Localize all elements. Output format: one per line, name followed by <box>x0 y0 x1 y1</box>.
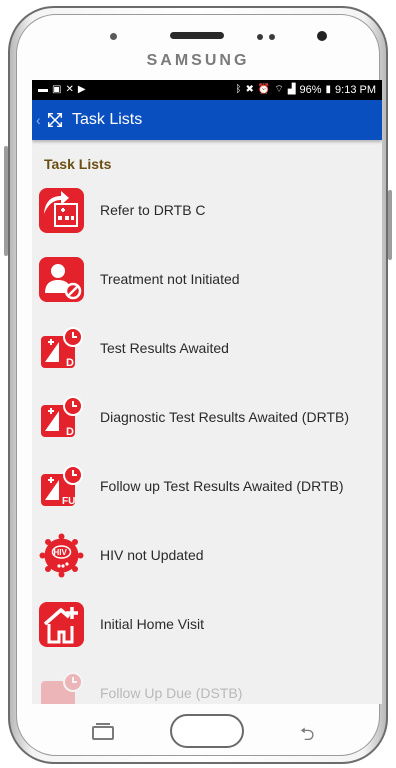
app-notification-icon: ✕ <box>65 84 74 95</box>
user-blocked-icon <box>39 257 84 302</box>
power-button <box>388 190 392 260</box>
task-label: Treatment not Initiated <box>100 271 240 287</box>
task-list: Refer to DRTB C Treatment not Initiated <box>32 176 382 704</box>
earpiece-speaker <box>170 32 224 39</box>
wifi-icon: ⌔ <box>274 84 284 95</box>
screen: ▬ ▣ ✕ ▶ ᛒ ✖ ⏰ ⌔ ▟ 96% ▮ 9:13 PM ‹ Task L… <box>32 80 382 704</box>
task-item[interactable]: D Test Results Awaited <box>32 314 382 383</box>
app-logo-icon <box>47 112 63 128</box>
task-item[interactable]: Refer to DRTB C <box>32 176 382 245</box>
task-item[interactable]: Treatment not Initiated <box>32 245 382 314</box>
app-title: Task Lists <box>72 111 143 128</box>
task-label: Test Results Awaited <box>100 340 229 356</box>
task-label: Initial Home Visit <box>100 616 205 632</box>
status-left: ▬ ▣ ✕ ▶ <box>38 85 86 95</box>
task-label: Refer to DRTB C <box>100 202 206 218</box>
task-item[interactable]: D Diagnostic Test Results Awaited (DRTB) <box>32 383 382 452</box>
status-time: 9:13 PM <box>335 84 376 96</box>
task-label: Diagnostic Test Results Awaited (DRTB) <box>100 409 349 425</box>
svg-text:HIV: HIV <box>54 548 68 557</box>
volume-button <box>4 146 8 256</box>
task-item[interactable]: FU Follow up Test Results Awaited (DRTB) <box>32 452 382 521</box>
app-bar: ‹ Task Lists <box>32 100 382 140</box>
recent-apps-button[interactable] <box>92 723 114 740</box>
svg-text:D: D <box>66 426 74 438</box>
alarm-icon: ⏰ <box>257 84 271 95</box>
status-right: ᛒ ✖ ⏰ ⌔ ▟ 96% ▮ 9:13 PM <box>236 84 376 96</box>
back-arrow-icon[interactable]: ‹ <box>36 112 44 128</box>
svg-text:D: D <box>66 357 74 369</box>
nav-bar: ⮌ <box>32 704 382 754</box>
hiv-icon: HIV <box>39 533 84 578</box>
play-notification-icon: ▶ <box>77 84 86 95</box>
battery-icon: ▮ <box>325 84 332 95</box>
refer-hospital-icon <box>39 188 84 233</box>
task-item[interactable]: HIV HIV not Updated <box>32 521 382 590</box>
mute-icon: ✖ <box>245 84 254 95</box>
status-bar: ▬ ▣ ✕ ▶ ᛒ ✖ ⏰ ⌔ ▟ 96% ▮ 9:13 PM <box>32 80 382 100</box>
sensor-dot <box>257 34 263 40</box>
task-item[interactable]: Initial Home Visit <box>32 590 382 659</box>
sensor-dot <box>269 34 275 40</box>
home-button[interactable] <box>170 714 244 748</box>
svg-text:FU: FU <box>62 496 75 507</box>
chat-notification-icon: ▬ <box>38 84 48 95</box>
test-clock-icon <box>39 671 84 704</box>
proximity-sensor <box>110 33 117 40</box>
home-add-icon <box>39 602 84 647</box>
task-label: Follow Up Due (DSTB) <box>100 685 243 701</box>
front-camera <box>317 31 327 41</box>
test-clock-fu-icon: FU <box>39 464 84 509</box>
bluetooth-icon: ᛒ <box>235 84 242 95</box>
task-label: Follow up Test Results Awaited (DRTB) <box>100 478 344 494</box>
signal-icon: ▟ <box>287 84 296 95</box>
back-button[interactable]: ⮌ <box>300 722 314 752</box>
task-item[interactable]: Follow Up Due (DSTB) <box>32 659 382 704</box>
section-title: Task Lists <box>44 156 112 172</box>
brand-logo: SAMSUNG <box>146 52 250 69</box>
image-notification-icon: ▣ <box>52 84 62 95</box>
test-clock-d-icon: D <box>39 326 84 371</box>
battery-percent: 96% <box>299 84 322 96</box>
task-label: HIV not Updated <box>100 547 204 563</box>
test-clock-d-icon: D <box>39 395 84 440</box>
